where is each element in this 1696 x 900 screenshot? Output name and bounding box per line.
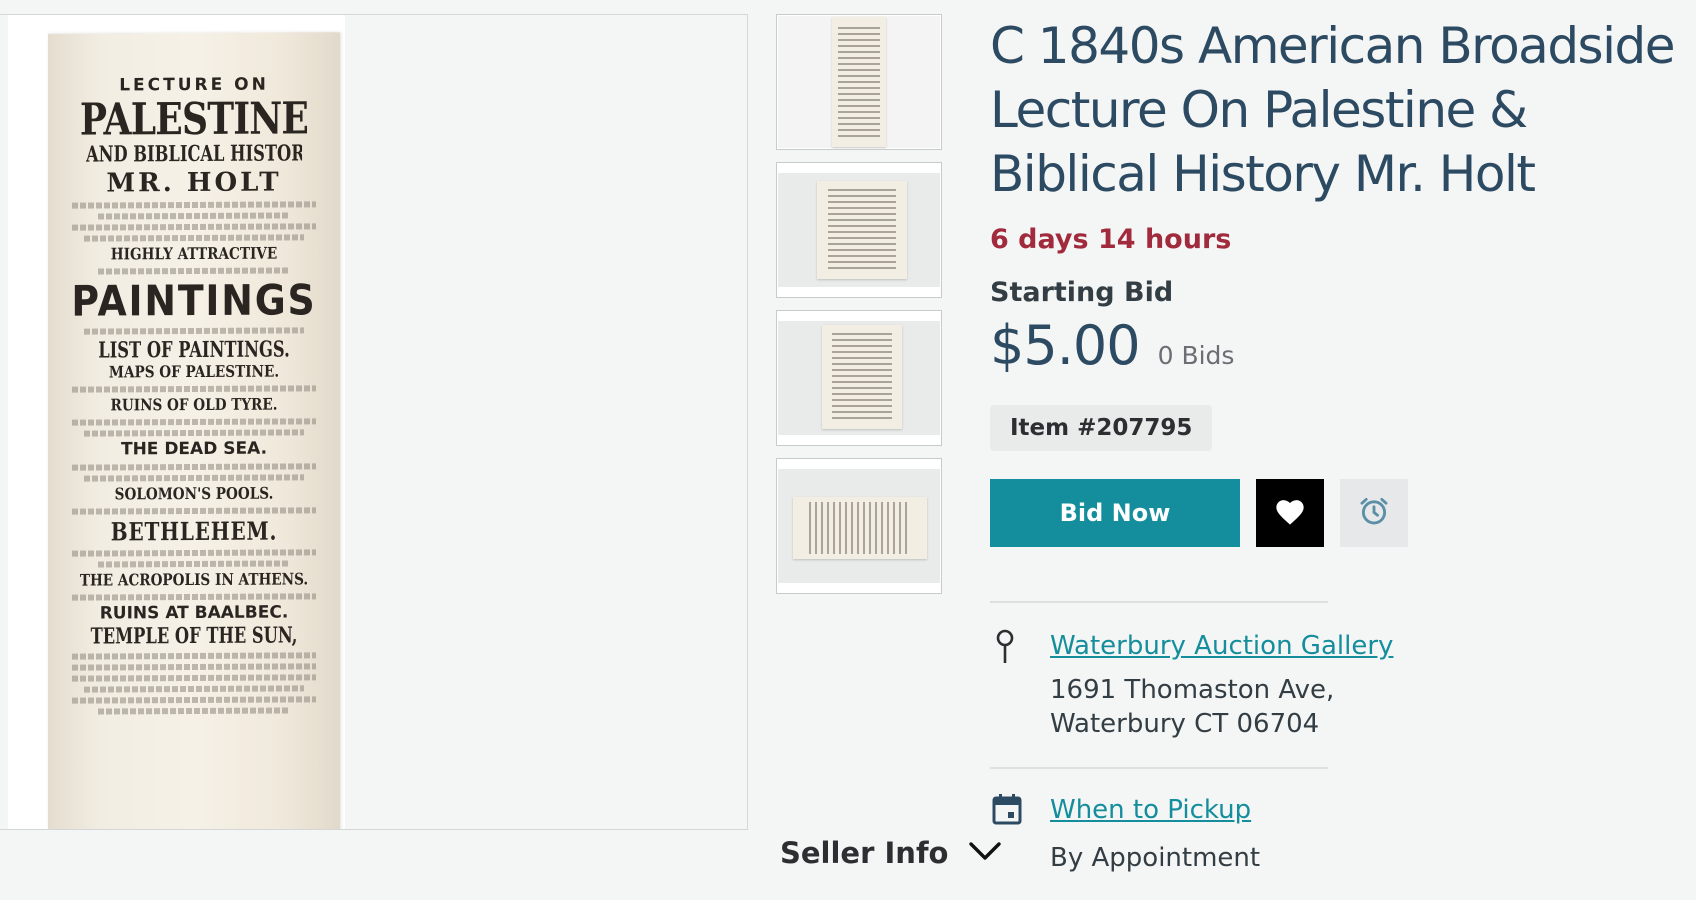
poster-line: LECTURE ON (119, 76, 269, 96)
auction-house-link[interactable]: Waterbury Auction Gallery (1050, 629, 1393, 663)
time-left: 6 days 14 hours (990, 224, 1232, 255)
address-line-2: Waterbury CT 06704 (1050, 709, 1320, 739)
poster-line: MR. HOLT (106, 169, 282, 199)
poster-line: PAINTINGS (71, 278, 317, 325)
bid-row: $5.00 0 Bids (990, 314, 1690, 377)
listing-title: C 1840s American Broadside Lecture On Pa… (990, 17, 1676, 203)
address-line-1: 1691 Thomaston Ave, (1050, 675, 1335, 705)
thumbnail-3[interactable] (776, 310, 942, 446)
bid-actions: Bid Now (990, 479, 1690, 547)
broadside-poster-image: LECTURE ON PALESTINE AND BIBLICAL HISTOR… (48, 32, 340, 829)
map-pin-icon (990, 629, 1050, 741)
pickup-section: When to Pickup By Appointment (990, 769, 1690, 875)
thumbnail-2[interactable] (776, 162, 942, 298)
poster-line: HIGHLY ATTRACTIVE (110, 245, 278, 264)
poster-line: PALESTINE (79, 96, 309, 144)
location-section: Waterbury Auction Gallery 1691 Thomaston… (990, 601, 1690, 875)
thumbnail-1[interactable] (776, 14, 942, 150)
item-photo[interactable]: LECTURE ON PALESTINE AND BIBLICAL HISTOR… (8, 15, 345, 829)
listing-page: LECTURE ON PALESTINE AND BIBLICAL HISTOR… (0, 0, 1696, 900)
poster-line: MAPS OF PALESTINE. (108, 363, 280, 382)
alarm-clock-icon (1357, 494, 1391, 532)
reminder-button[interactable] (1340, 479, 1408, 547)
heart-icon (1273, 496, 1307, 530)
item-number-badge: Item #207795 (990, 405, 1213, 451)
starting-bid-amount: $5.00 (990, 314, 1141, 377)
bid-count: 0 Bids (1157, 341, 1235, 370)
poster-line: TEMPLE OF THE SUN, (90, 623, 298, 649)
main-image-viewer[interactable]: LECTURE ON PALESTINE AND BIBLICAL HISTOR… (0, 14, 748, 830)
poster-line: SOLOMON'S POOLS. (114, 485, 274, 504)
thumbnail-4[interactable] (776, 458, 942, 594)
pickup-detail: By Appointment (1050, 843, 1261, 873)
chevron-down-icon (968, 840, 1002, 866)
listing-info: C 1840s American Broadside Lecture On Pa… (990, 14, 1690, 875)
poster-line: AND BIBLICAL HISTORY. (85, 142, 303, 167)
poster-line: THE DEAD SEA. (120, 440, 268, 460)
favorite-button[interactable] (1256, 479, 1324, 547)
poster-line: BETHLEHEM. (110, 518, 278, 546)
seller-info-toggle[interactable]: Seller Info (780, 836, 1002, 870)
bid-now-button[interactable]: Bid Now (990, 479, 1240, 547)
poster-line: LIST OF PAINTINGS. (98, 338, 290, 363)
poster-line: RUINS OF OLD TYRE. (110, 396, 278, 415)
thumbnail-strip (776, 14, 942, 606)
seller-info-label: Seller Info (780, 836, 949, 870)
poster-line: THE ACROPOLIS IN ATHENS. (79, 571, 309, 590)
when-to-pickup-link[interactable]: When to Pickup (1050, 793, 1260, 827)
poster-line: RUINS AT BAALBEC. (99, 603, 289, 624)
starting-bid-label: Starting Bid (990, 277, 1174, 308)
